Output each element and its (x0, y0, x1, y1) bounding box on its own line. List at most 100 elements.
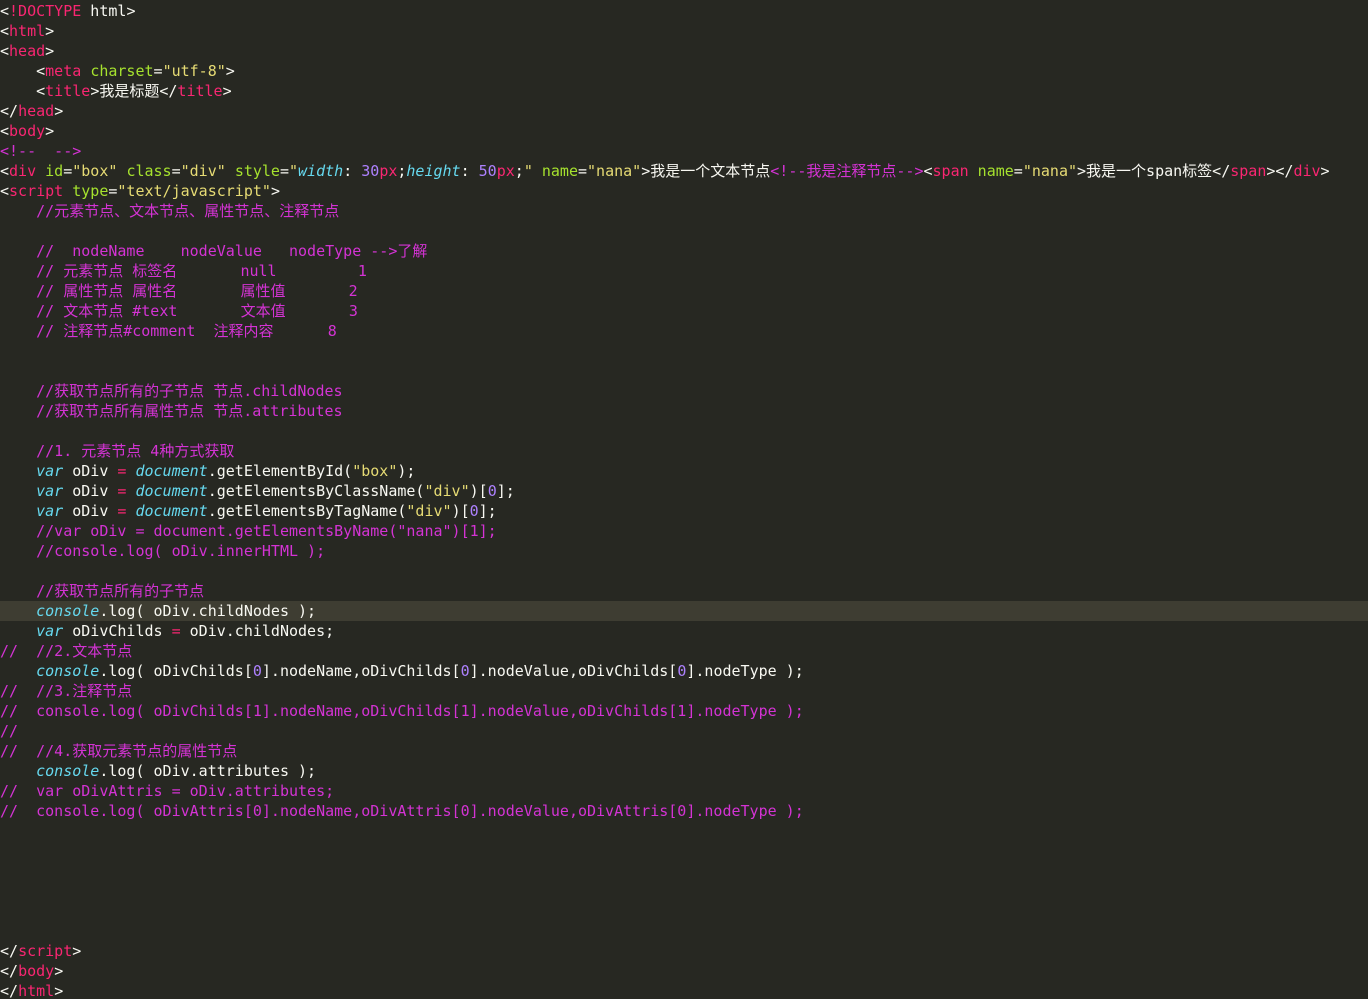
code-token: console (36, 662, 100, 680)
code-token: )[ (451, 502, 470, 520)
code-line[interactable] (0, 921, 1368, 941)
code-line[interactable]: var oDiv = document.getElementsByTagName… (0, 501, 1368, 521)
code-line[interactable]: </script> (0, 941, 1368, 961)
code-line[interactable]: var oDiv = document.getElementById("box"… (0, 461, 1368, 481)
code-token: = (63, 162, 73, 180)
code-token: document (135, 502, 208, 520)
code-line[interactable]: <script type="text/javascript"> (0, 181, 1368, 201)
code-line[interactable] (0, 221, 1368, 241)
code-line[interactable] (0, 841, 1368, 861)
code-token: </ (1212, 162, 1231, 180)
code-line[interactable]: <title>我是标题</title> (0, 81, 1368, 101)
code-line[interactable]: //console.log( oDiv.innerHTML ); (0, 541, 1368, 561)
code-token: .log( oDivChilds[ (99, 662, 253, 680)
code-line[interactable]: <html> (0, 21, 1368, 41)
code-token: name (541, 162, 578, 180)
code-line[interactable]: <div id="box" class="div" style="width: … (0, 161, 1368, 181)
code-token: > (90, 82, 100, 100)
code-line[interactable]: // //4.获取元素节点的属性节点 (0, 741, 1368, 761)
code-token: < (0, 162, 10, 180)
code-line[interactable]: var oDivChilds = oDiv.childNodes; (0, 621, 1368, 641)
code-line[interactable]: console.log( oDiv.attributes ); (0, 761, 1368, 781)
code-line[interactable]: // 属性节点 属性名 属性值 2 (0, 281, 1368, 301)
code-token: ></ (1266, 162, 1294, 180)
code-line[interactable]: var oDiv = document.getElementsByClassNa… (0, 481, 1368, 501)
code-token: //获取节点所有的子节点 (36, 582, 205, 600)
code-line[interactable]: //var oDiv = document.getElementsByName(… (0, 521, 1368, 541)
code-line[interactable]: // 文本节点 #text 文本值 3 (0, 301, 1368, 321)
code-token: //获取节点所有的子节点 节点.childNodes (36, 382, 343, 400)
code-token: " (289, 162, 299, 180)
code-line[interactable] (0, 861, 1368, 881)
code-line[interactable]: </head> (0, 101, 1368, 121)
code-token: script (18, 942, 73, 960)
code-line[interactable] (0, 341, 1368, 361)
code-token: .log( oDiv.childNodes ); (99, 602, 317, 620)
code-token: body (18, 962, 55, 980)
code-line[interactable]: // nodeName nodeValue nodeType -->了解 (0, 241, 1368, 261)
code-token: id (45, 162, 64, 180)
code-line[interactable]: console.log( oDiv.childNodes ); (0, 601, 1368, 621)
code-token: head (18, 102, 55, 120)
code-line[interactable]: <head> (0, 41, 1368, 61)
code-line[interactable]: // 元素节点 标签名 null 1 (0, 261, 1368, 281)
code-token: "div" (180, 162, 226, 180)
code-line[interactable]: //1. 元素节点 4种方式获取 (0, 441, 1368, 461)
code-line[interactable]: <meta charset="utf-8"> (0, 61, 1368, 81)
code-token: 50 (478, 162, 497, 180)
code-line[interactable] (0, 361, 1368, 381)
code-line[interactable] (0, 421, 1368, 441)
code-line[interactable]: </body> (0, 961, 1368, 981)
code-line[interactable]: // var oDivAttris = oDiv.attributes; (0, 781, 1368, 801)
code-token: charset (90, 62, 154, 80)
code-editor[interactable]: <!DOCTYPE html> <html> <head> <meta charse… (0, 0, 1368, 999)
code-token: = (279, 162, 289, 180)
code-line[interactable] (0, 821, 1368, 841)
code-line[interactable]: <!DOCTYPE html> (0, 1, 1368, 21)
code-token: body (9, 122, 46, 140)
code-token: width (298, 162, 344, 180)
code-token: < (0, 2, 10, 20)
code-token: //获取节点所有属性节点 节点.attributes (36, 402, 343, 420)
code-line[interactable]: //获取节点所有属性节点 节点.attributes (0, 401, 1368, 421)
code-line[interactable] (0, 561, 1368, 581)
code-token: var (36, 502, 64, 520)
code-line[interactable]: // 注释节点#comment 注释内容 8 (0, 321, 1368, 341)
code-line[interactable] (0, 881, 1368, 901)
code-token: </ (0, 102, 19, 120)
code-token: </ (0, 962, 19, 980)
code-token: > (270, 182, 280, 200)
code-token: // //4.获取元素节点的属性节点 (0, 742, 238, 760)
code-line[interactable]: // console.log( oDivAttris[0].nodeName,o… (0, 801, 1368, 821)
code-line[interactable] (0, 901, 1368, 921)
code-line[interactable]: <body> (0, 121, 1368, 141)
code-token: )[ (469, 482, 488, 500)
code-line[interactable]: //获取节点所有的子节点 节点.childNodes (0, 381, 1368, 401)
code-line[interactable]: </html> (0, 981, 1368, 999)
code-token: !DOCTYPE (9, 2, 82, 20)
code-token: html (81, 2, 127, 20)
code-line[interactable]: //元素节点、文本节点、属性节点、注释节点 (0, 201, 1368, 221)
code-line[interactable]: <!-- --> (0, 141, 1368, 161)
code-token: // (0, 722, 19, 740)
code-token: </ (0, 942, 19, 960)
code-line[interactable]: console.log( oDivChilds[0].nodeName,oDiv… (0, 661, 1368, 681)
code-line[interactable]: // //2.文本节点 (0, 641, 1368, 661)
code-line[interactable]: // //3.注释节点 (0, 681, 1368, 701)
code-line[interactable]: // console.log( oDivChilds[1].nodeName,o… (0, 701, 1368, 721)
code-token: html (18, 982, 55, 999)
code-line[interactable]: //获取节点所有的子节点 (0, 581, 1368, 601)
code-token: document (135, 462, 208, 480)
code-token: style (234, 162, 280, 180)
code-line[interactable]: // (0, 721, 1368, 741)
code-token: > (45, 122, 55, 140)
code-token: meta (45, 62, 82, 80)
